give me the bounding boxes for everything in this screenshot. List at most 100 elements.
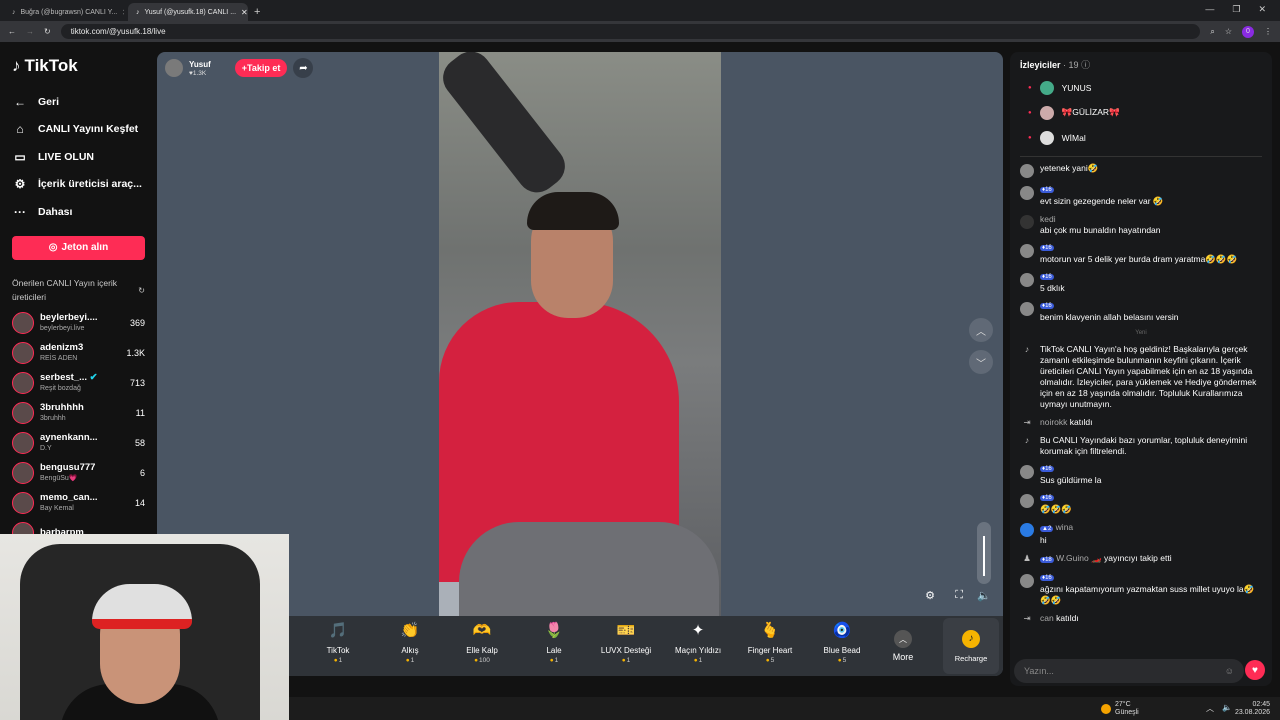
creator-item[interactable]: bengusu777 BengüSu💗 6: [12, 458, 145, 488]
back-arrow-icon[interactable]: ←: [8, 27, 16, 36]
join-user[interactable]: can: [1040, 613, 1054, 623]
viewer-item[interactable]: ● WİMal: [1020, 125, 1262, 150]
previous-stream-button[interactable]: ︿: [969, 318, 993, 342]
nav-explore-live[interactable]: ⌂ CANLI Yayını Keşfet: [12, 116, 145, 144]
next-stream-button[interactable]: ﹀: [969, 350, 993, 374]
bookmark-star-icon[interactable]: ☆: [1225, 27, 1232, 36]
creator-item[interactable]: aynenkann... D.Y 58: [12, 428, 145, 458]
browser-tab-1[interactable]: ♪ Buğra (@bugrawsn) CANLI Y... ✕: [4, 3, 124, 21]
viewer-count: 14: [134, 497, 145, 508]
follow-user[interactable]: W.Guino 🏎️: [1056, 553, 1102, 563]
gift-price: 1: [590, 656, 662, 666]
emoji-icon[interactable]: ☺: [1225, 666, 1234, 676]
host-info: Yusuf ♥1.3K +Takip et ➦: [165, 58, 314, 78]
viewer-name: YUNUS: [1061, 82, 1092, 93]
volume-icon[interactable]: 🔈: [977, 589, 991, 602]
weather-temp: 27°C: [1115, 700, 1131, 708]
gift-item[interactable]: 🌷 Lale1: [518, 622, 590, 666]
gift-name: LUVX Desteği: [600, 646, 652, 655]
weather-widget[interactable]: 27°C Güneşli: [1101, 701, 1139, 717]
more-label: More: [892, 652, 914, 662]
message-user[interactable]: wina: [1056, 522, 1073, 532]
nav-go-live[interactable]: ▭ LIVE OLUN: [12, 143, 145, 171]
viewer-count: 6: [139, 467, 145, 478]
level-badge: ▲2: [1040, 526, 1054, 532]
video-person-hair: [527, 192, 619, 230]
close-window-icon[interactable]: ✕: [1258, 4, 1266, 15]
browser-tab-strip: ♪ Buğra (@bugrawsn) CANLI Y... ✕ ♪ Yusuf (@…: [0, 0, 1280, 21]
minimize-icon[interactable]: —: [1205, 4, 1214, 15]
tray-chevron-up-icon[interactable]: ︿: [1206, 703, 1214, 714]
like-heart-button[interactable]: ♥: [1245, 660, 1265, 680]
back-link[interactable]: ← Geri: [12, 88, 145, 116]
gift-icon: 👏: [400, 622, 420, 639]
message-user[interactable]: kedi: [1040, 214, 1161, 225]
creator-item[interactable]: 3bruhhhh 3bruhhh 11: [12, 398, 145, 428]
url-field[interactable]: tiktok.com/@yusufk.18/live: [60, 24, 1201, 39]
gift-item[interactable]: 🫶 Elle Kalp100: [446, 623, 518, 666]
nav-more[interactable]: ··· Dahası: [12, 198, 145, 226]
follow-text: yayıncıyı takip etti: [1104, 553, 1172, 563]
clock[interactable]: 02:45 23.08.2026: [1235, 701, 1270, 717]
live-video[interactable]: [439, 52, 721, 616]
tiktok-tab-icon: ♪: [136, 8, 140, 16]
creator-item[interactable]: adenizm3 REİS ADEN 1.3K: [12, 338, 145, 368]
message-text: motorun var 5 delik yer burda dram yarat…: [1040, 254, 1238, 264]
gift-item[interactable]: 🧿 Blue Bead5: [806, 622, 878, 666]
refresh-icon[interactable]: ↻: [138, 284, 145, 298]
follow-button[interactable]: +Takip et: [234, 59, 288, 77]
viewers-header: İzleyiciler · 19 ⓘ: [1020, 58, 1262, 71]
menu-kebab-icon[interactable]: ⋮: [1264, 27, 1272, 36]
gift-icon: 🌷: [544, 622, 564, 639]
host-name[interactable]: Yusuf: [189, 60, 211, 70]
sidebar: ♪ TikTok ← Geri ⌂ CANLI Yayını Keşfet ▭ LIVE…: [0, 42, 157, 544]
gift-item[interactable]: 🫰 Finger Heart5: [734, 623, 806, 666]
zoom-icon[interactable]: ⌕: [1210, 27, 1214, 37]
tiktok-logo[interactable]: ♪ TikTok: [12, 56, 145, 76]
back-label: Geri: [38, 95, 60, 108]
settings-gear-icon[interactable]: ⚙: [925, 589, 935, 602]
fullscreen-icon[interactable]: ⛶: [955, 589, 963, 602]
chat-panel: İzleyiciler · 19 ⓘ ● YUNUS ● 🎀GÜLİZAR🎀 ● Wİ…: [1010, 52, 1272, 686]
nav-label: İçerik üreticisi araç...: [38, 178, 142, 191]
viewer-item[interactable]: ● YUNUS: [1020, 75, 1262, 100]
recharge-button[interactable]: ♪ Recharge: [943, 618, 999, 674]
speaker-icon[interactable]: 🔈: [1222, 703, 1232, 714]
gift-item[interactable]: ✦ Maçın Yıldızı1: [662, 623, 734, 666]
chat-message: ♦16 ağzını kapatamıyorum yazmaktan suss m…: [1020, 573, 1262, 606]
host-avatar[interactable]: [165, 59, 183, 77]
viewer-name: WİMal: [1061, 132, 1086, 143]
join-user[interactable]: noirokk: [1040, 417, 1067, 427]
reload-icon[interactable]: ↻: [44, 27, 51, 36]
creator-item[interactable]: beylerbeyi.... beylerbeyi.live 369: [12, 308, 145, 338]
gift-item[interactable]: 🎫 LUVX Desteği1: [590, 623, 662, 666]
close-tab-icon[interactable]: ✕: [122, 8, 124, 17]
nav-label: Dahası: [38, 205, 73, 218]
creator-item[interactable]: memo_can... Bay Kemal 14: [12, 488, 145, 518]
volume-slider[interactable]: [977, 522, 991, 584]
close-tab-icon[interactable]: ✕: [241, 8, 248, 17]
message-text: 5 dklık: [1040, 283, 1065, 293]
gift-icon: 🧿: [832, 622, 852, 639]
viewer-item[interactable]: ● 🎀GÜLİZAR🎀: [1020, 100, 1262, 125]
gift-item[interactable]: 🎵 TikTok1: [302, 623, 374, 666]
help-icon[interactable]: ⓘ: [1081, 60, 1090, 70]
restore-icon[interactable]: ❐: [1232, 4, 1240, 15]
forward-arrow-icon[interactable]: →: [26, 27, 34, 36]
chat-message: ♦16 evt sizin gezegende neler var 🤣: [1020, 185, 1262, 207]
more-gifts-button[interactable]: ︿ More: [878, 630, 928, 662]
profile-avatar[interactable]: 0: [1242, 25, 1254, 38]
browser-tab-2[interactable]: ♪ Yusuf (@yusufk.18) CANLI ... ✕: [128, 3, 248, 21]
share-icon[interactable]: ➦: [293, 58, 314, 78]
chat-input[interactable]: Yazın... ☺: [1014, 659, 1244, 683]
avatar: [12, 431, 34, 454]
gift-item[interactable]: 👏 Alkış1: [374, 622, 446, 666]
creator-sub: D.Y: [40, 444, 52, 452]
avatar: [12, 491, 34, 514]
nav-creator-tools[interactable]: ⚙ İçerik üreticisi araç...: [12, 171, 145, 199]
get-coins-button[interactable]: ◎ Jeton alın: [12, 235, 145, 260]
creator-item[interactable]: serbest_... ✔ Reşit bozdağ 713: [12, 368, 145, 398]
gift-price: 1: [662, 656, 734, 666]
chevron-down-icon: ﹀: [976, 358, 986, 370]
new-tab-button[interactable]: +: [248, 6, 266, 21]
